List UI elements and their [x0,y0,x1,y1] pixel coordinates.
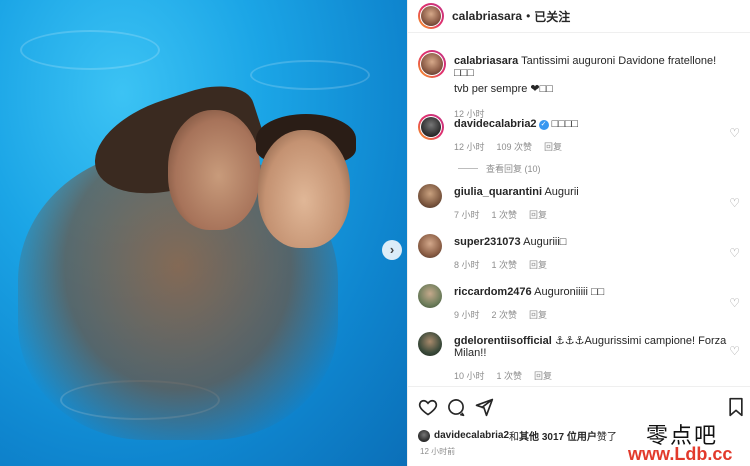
comment-time: 10 小时 [454,371,485,381]
reply-button[interactable]: 回复 [529,308,547,321]
view-replies-button[interactable]: 查看回复 (10) [458,162,541,175]
avatar[interactable] [418,332,442,356]
comment-time: 12 小时 [454,142,485,152]
caption-emoji: □□□ [454,67,474,79]
reply-button[interactable]: 回复 [534,369,552,382]
comment-text: Auguriii□ [523,236,567,248]
reply-button[interactable]: 回复 [529,258,547,271]
man-face [258,130,350,248]
avatar[interactable] [418,284,442,308]
water-ripple [20,30,160,70]
author-avatar-ring[interactable] [418,3,444,29]
caption-avatar-ring[interactable] [418,50,446,78]
post-panel: calabriasara • 已关注 calabriasara Tantissi… [407,0,750,466]
woman-face [168,110,260,230]
comment-like-heart-icon[interactable]: ♡ [729,126,740,140]
comment-likes[interactable]: 2 次赞 [492,308,518,321]
comment-likes[interactable]: 1 次赞 [492,258,518,271]
next-arrow-icon[interactable]: › [382,240,402,260]
comment-like-heart-icon[interactable]: ♡ [729,196,740,210]
avatar [421,53,443,75]
comment-icon[interactable] [446,397,466,417]
comment-like-heart-icon[interactable]: ♡ [729,296,740,310]
separator-dot: • [526,9,531,23]
author-username[interactable]: calabriasara [452,9,522,23]
comment-likes[interactable]: 1 次赞 [492,208,518,221]
avatar [421,117,441,137]
comment-username[interactable]: giulia_quarantini [454,186,542,198]
likes-liked: 赞了 [596,432,617,443]
avatar [421,6,441,26]
avatar[interactable] [418,429,430,442]
reply-button[interactable]: 回复 [529,208,547,221]
likes-username[interactable]: davidecalabria2 [434,430,509,441]
bookmark-icon[interactable] [726,397,746,417]
comment-time: 8 小时 [454,260,480,270]
comments-list[interactable]: calabriasara Tantissimi auguroni Davidon… [408,34,750,384]
comment-likes[interactable]: 109 次赞 [497,140,533,153]
water-ripple [250,60,370,90]
likes-others-link[interactable]: 其他 3017 位用户 [519,428,597,443]
likes-summary: davidecalabria2 和 其他 3017 位用户 赞了 [418,428,617,443]
post-header: calabriasara • 已关注 [408,0,750,33]
caption-emoji: □□ [539,83,553,95]
heart-icon[interactable] [418,397,438,417]
reply-button[interactable]: 回复 [544,140,562,153]
replies-line [458,168,478,169]
comment-username[interactable]: super231073 [454,236,521,248]
caption-line2: tvb per sempre [454,83,531,95]
watermark-url: www.Ldb.cc [628,444,733,464]
comment-avatar-ring[interactable] [418,114,444,140]
comment-text: Augurii [544,186,579,198]
comment-text: □□□□ [551,118,579,130]
caption-text: Tantissimi auguroni Davidone fratellone! [521,55,717,67]
post-photo[interactable]: › [0,0,407,466]
post-timestamp: 12 小时前 [420,447,456,456]
comment-time: 9 小时 [454,310,480,320]
comment-text: Auguroniiiii □□ [534,286,605,298]
comment-username[interactable]: gdelorentiisofficial [454,335,552,347]
comment-username[interactable]: riccardom2476 [454,286,532,298]
share-icon[interactable] [474,397,494,417]
heart-emoji: ❤ [530,83,540,95]
comment-like-heart-icon[interactable]: ♡ [729,246,740,260]
comment-likes[interactable]: 1 次赞 [497,369,523,382]
verified-icon: ✓ [538,120,549,130]
avatar[interactable] [418,234,442,258]
caption-username[interactable]: calabriasara [454,55,518,67]
avatar[interactable] [418,184,442,208]
view-replies-label: 查看回复 (10) [486,164,541,174]
comment-username[interactable]: davidecalabria2 [454,118,537,130]
watermark: 零点吧 www.Ldb.cc [628,418,750,466]
comment-like-heart-icon[interactable]: ♡ [729,344,740,358]
follow-status-button[interactable]: 已关注 [534,8,570,25]
comment-time: 7 小时 [454,210,480,220]
likes-and: 和 [509,432,520,443]
